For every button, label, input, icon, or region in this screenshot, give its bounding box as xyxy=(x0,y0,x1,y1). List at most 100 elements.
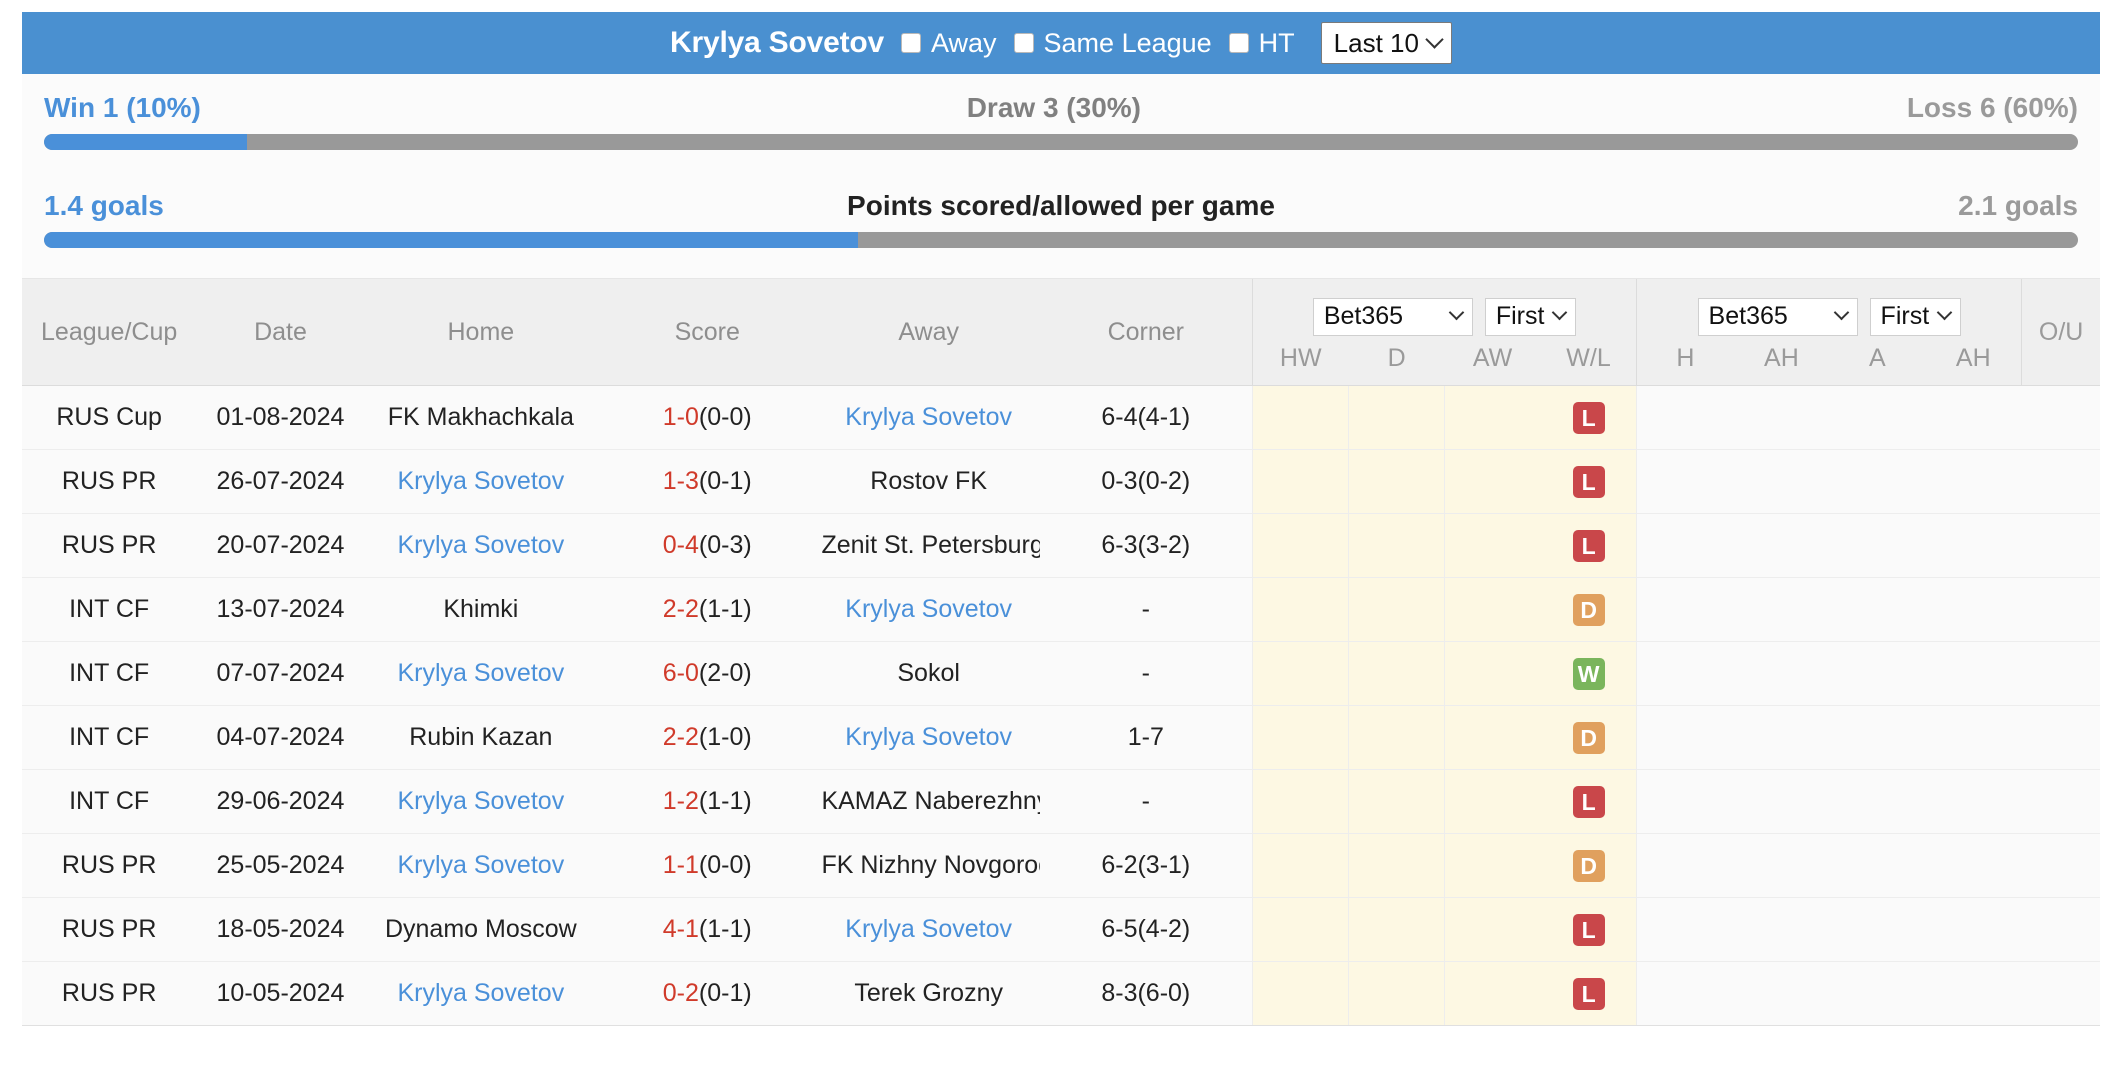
col-header-hw[interactable]: HW xyxy=(1253,344,1349,373)
cell-odds-ah-2[interactable] xyxy=(1925,641,2022,706)
cell-odds-aw[interactable] xyxy=(1444,705,1541,770)
bookmaker-select-2[interactable]: Bet365 xyxy=(1697,297,1858,336)
cell-odds-a[interactable] xyxy=(1829,833,1926,898)
table-row[interactable]: RUS Cup 01-08-2024 FK Makhachkala 1-0(0-0) K… xyxy=(22,385,2100,450)
cell-odds-a[interactable] xyxy=(1829,577,1926,642)
col-header-league[interactable]: League/Cup xyxy=(22,279,197,386)
cell-odds-ah-1[interactable] xyxy=(1733,641,1830,706)
table-row[interactable]: INT CF 07-07-2024 Krylya Sovetov 6-0(2-0) So… xyxy=(22,641,2100,706)
cell-away-team[interactable]: Krylya Sovetov xyxy=(817,577,1040,642)
cell-odds-ah-1[interactable] xyxy=(1733,961,1830,1026)
cell-odds-aw[interactable] xyxy=(1444,769,1541,834)
cell-score[interactable]: 1-3(0-1) xyxy=(597,449,818,514)
cell-odds-a[interactable] xyxy=(1829,961,1926,1026)
cell-odds-ou[interactable] xyxy=(2021,897,2100,962)
checkbox-same-league[interactable] xyxy=(1013,33,1034,53)
col-header-h[interactable]: H xyxy=(1637,344,1733,373)
cell-odds-ou[interactable] xyxy=(2021,705,2100,770)
cell-score[interactable]: 1-2(1-1) xyxy=(597,769,818,834)
cell-odds-ah-1[interactable] xyxy=(1733,833,1830,898)
cell-odds-ou[interactable] xyxy=(2021,385,2100,450)
cell-odds-a[interactable] xyxy=(1829,769,1926,834)
cell-odds-d[interactable] xyxy=(1347,833,1445,898)
cell-score[interactable]: 2-2(1-1) xyxy=(597,577,818,642)
cell-odds-ah-2[interactable] xyxy=(1925,833,2022,898)
col-header-d[interactable]: D xyxy=(1349,344,1445,373)
cell-odds-d[interactable] xyxy=(1347,897,1445,962)
checkbox-ht[interactable] xyxy=(1228,33,1249,53)
cell-odds-ah-2[interactable] xyxy=(1925,897,2022,962)
cell-odds-h[interactable] xyxy=(1636,449,1734,514)
cell-odds-ah-1[interactable] xyxy=(1733,577,1830,642)
cell-odds-a[interactable] xyxy=(1829,513,1926,578)
table-row[interactable]: RUS PR 18-05-2024 Dynamo Moscow 4-1(1-1) Kry… xyxy=(22,897,2100,962)
cell-odds-ou[interactable] xyxy=(2021,513,2100,578)
cell-odds-hw[interactable] xyxy=(1251,641,1349,706)
cell-home-team[interactable]: Krylya Sovetov xyxy=(364,961,598,1026)
cell-score[interactable]: 1-0(0-0) xyxy=(597,385,818,450)
cell-odds-a[interactable] xyxy=(1829,385,1926,450)
bookmaker-select-1[interactable]: Bet365 xyxy=(1312,297,1473,336)
cell-score[interactable]: 1-1(0-0) xyxy=(597,833,818,898)
cell-odds-ou[interactable] xyxy=(2021,769,2100,834)
cell-score[interactable]: 6-0(2-0) xyxy=(597,641,818,706)
cell-odds-aw[interactable] xyxy=(1444,513,1541,578)
cell-odds-hw[interactable] xyxy=(1251,833,1349,898)
cell-home-team[interactable]: Krylya Sovetov xyxy=(364,449,598,514)
cell-odds-ah-2[interactable] xyxy=(1925,961,2022,1026)
cell-odds-d[interactable] xyxy=(1347,449,1445,514)
cell-odds-ah-1[interactable] xyxy=(1733,449,1830,514)
cell-odds-ah-2[interactable] xyxy=(1925,513,2022,578)
table-row[interactable]: RUS PR 10-05-2024 Krylya Sovetov 0-2(0-1) Te… xyxy=(22,961,2100,1026)
col-header-a[interactable]: A xyxy=(1829,344,1925,373)
filter-same-league[interactable]: Same League xyxy=(1013,28,1212,59)
cell-odds-ou[interactable] xyxy=(2021,961,2100,1026)
cell-odds-a[interactable] xyxy=(1829,641,1926,706)
cell-odds-aw[interactable] xyxy=(1444,897,1541,962)
col-header-ah-1[interactable]: AH xyxy=(1733,344,1829,373)
cell-odds-a[interactable] xyxy=(1829,449,1926,514)
cell-score[interactable]: 0-2(0-1) xyxy=(597,961,818,1026)
cell-odds-ah-2[interactable] xyxy=(1925,577,2022,642)
cell-odds-aw[interactable] xyxy=(1444,641,1541,706)
cell-odds-hw[interactable] xyxy=(1251,769,1349,834)
cell-odds-hw[interactable] xyxy=(1251,513,1349,578)
cell-away-team[interactable]: Krylya Sovetov xyxy=(817,897,1040,962)
cell-away-team[interactable]: Krylya Sovetov xyxy=(817,385,1040,450)
table-row[interactable]: RUS PR 20-07-2024 Krylya Sovetov 0-4(0-3) Ze… xyxy=(22,513,2100,578)
cell-odds-ah-2[interactable] xyxy=(1925,449,2022,514)
cell-odds-a[interactable] xyxy=(1829,705,1926,770)
cell-odds-ou[interactable] xyxy=(2021,577,2100,642)
cell-odds-ah-1[interactable] xyxy=(1733,513,1830,578)
cell-odds-ah-1[interactable] xyxy=(1733,705,1830,770)
range-select[interactable]: Last 10 xyxy=(1320,22,1452,64)
cell-odds-d[interactable] xyxy=(1347,769,1445,834)
col-header-corner[interactable]: Corner xyxy=(1039,279,1253,386)
cell-odds-ah-2[interactable] xyxy=(1925,385,2022,450)
col-header-away[interactable]: Away xyxy=(817,279,1040,386)
cell-odds-ah-1[interactable] xyxy=(1733,385,1830,450)
cell-home-team[interactable]: Krylya Sovetov xyxy=(364,513,598,578)
cell-odds-ou[interactable] xyxy=(2021,833,2100,898)
cell-home-team[interactable]: Krylya Sovetov xyxy=(364,769,598,834)
cell-odds-hw[interactable] xyxy=(1251,961,1349,1026)
cell-odds-h[interactable] xyxy=(1636,385,1734,450)
cell-score[interactable]: 4-1(1-1) xyxy=(597,897,818,962)
table-row[interactable]: RUS PR 25-05-2024 Krylya Sovetov 1-1(0-0) FK… xyxy=(22,833,2100,898)
cell-odds-aw[interactable] xyxy=(1444,833,1541,898)
cell-odds-h[interactable] xyxy=(1636,641,1734,706)
cell-odds-ah-1[interactable] xyxy=(1733,769,1830,834)
cell-odds-a[interactable] xyxy=(1829,897,1926,962)
cell-away-team[interactable]: Krylya Sovetov xyxy=(817,705,1040,770)
col-header-ou[interactable]: O/U xyxy=(2021,279,2100,386)
col-header-home[interactable]: Home xyxy=(364,279,598,386)
table-row[interactable]: RUS PR 26-07-2024 Krylya Sovetov 1-3(0-1) Ro… xyxy=(22,449,2100,514)
cell-score[interactable]: 2-2(1-0) xyxy=(597,705,818,770)
cell-odds-hw[interactable] xyxy=(1251,577,1349,642)
cell-odds-h[interactable] xyxy=(1636,961,1734,1026)
filter-away[interactable]: Away xyxy=(900,28,997,59)
checkbox-away[interactable] xyxy=(900,33,921,53)
cell-odds-ou[interactable] xyxy=(2021,449,2100,514)
cell-odds-aw[interactable] xyxy=(1444,577,1541,642)
cell-odds-h[interactable] xyxy=(1636,577,1734,642)
